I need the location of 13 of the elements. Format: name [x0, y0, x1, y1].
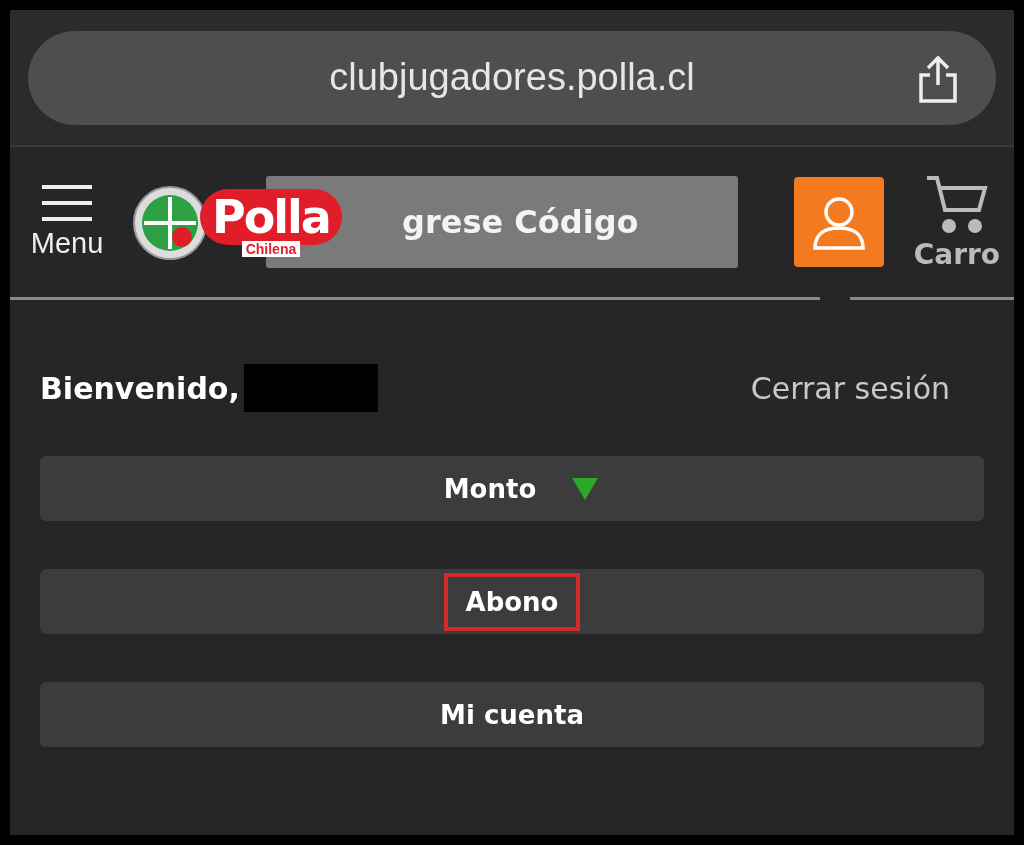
url-text: clubjugadores.polla.cl: [329, 56, 695, 99]
welcome-text: Bienvenido,: [40, 370, 240, 406]
menu-item[interactable]: Abono: [40, 569, 984, 634]
menu-icon: [42, 184, 92, 221]
menu-item[interactable]: Mi cuenta: [40, 682, 984, 747]
cart-button[interactable]: Carro: [913, 173, 1000, 271]
account-button[interactable]: [793, 177, 884, 267]
menu-item[interactable]: Monto: [40, 456, 984, 521]
logout-link[interactable]: Cerrar sesión: [750, 370, 950, 406]
menu-button[interactable]: Menu: [24, 184, 110, 260]
polla-logo[interactable]: Polla Chilena: [132, 185, 342, 261]
share-icon[interactable]: [916, 54, 960, 103]
address-bar[interactable]: clubjugadores.polla.cl: [28, 30, 996, 125]
